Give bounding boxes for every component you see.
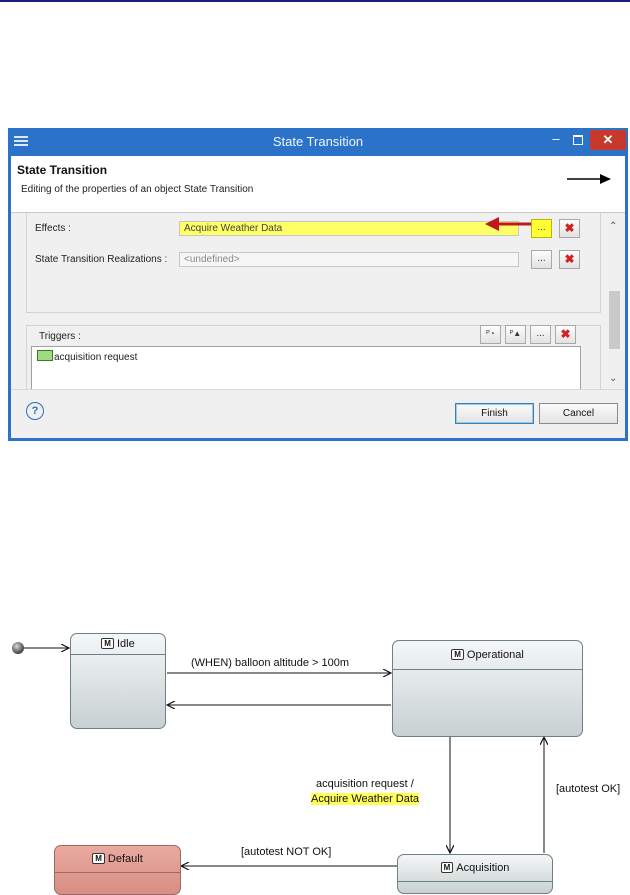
scrollbar-thumb[interactable]	[609, 291, 620, 349]
cancel-button[interactable]: Cancel	[539, 403, 618, 424]
state-acquisition-label: Acquisition	[456, 862, 510, 874]
state-idle[interactable]: M Idle	[70, 633, 166, 729]
state-operational-label: Operational	[466, 649, 524, 661]
effects-browse-button[interactable]: ...	[531, 219, 552, 238]
label-acquisition-effect: Acquire Weather Data	[311, 793, 420, 805]
state-operational[interactable]: M Operational	[392, 640, 583, 737]
triggers-browse-button[interactable]: ...	[530, 325, 551, 344]
label-acquisition-trigger: acquisition request /	[316, 778, 414, 790]
list-item[interactable]: acquisition request	[37, 350, 137, 363]
state-idle-label: Idle	[116, 638, 135, 650]
stereotype-icon: M	[451, 649, 464, 660]
effects-field[interactable]: Acquire Weather Data	[179, 221, 519, 236]
realizations-delete-button[interactable]: ✖	[559, 250, 580, 269]
window-titlebar[interactable]: State Transition – ✕	[8, 128, 628, 156]
realizations-browse-button[interactable]: ...	[531, 250, 552, 269]
state-acquisition[interactable]: M Acquisition	[397, 854, 553, 894]
initial-state-node	[12, 642, 24, 654]
event-icon	[37, 350, 53, 361]
header-description: Editing of the properties of an object S…	[21, 184, 254, 195]
window-title: State Transition	[272, 134, 364, 149]
state-operational-header: M Operational	[393, 641, 582, 670]
stereotype-icon: M	[101, 638, 114, 649]
trigger-item-label: acquisition request	[54, 352, 138, 363]
dialog-header: State Transition Editing of the properti…	[11, 156, 625, 212]
label-idle-to-operational: (WHEN) balloon altitude > 100m	[191, 657, 350, 669]
triggers-delete-button[interactable]: ✖	[555, 325, 576, 344]
close-button[interactable]: ✕	[590, 130, 626, 150]
effects-label: Effects :	[35, 223, 71, 234]
chevron-up-icon[interactable]: ⌃	[609, 221, 617, 232]
state-acquisition-header: M Acquisition	[398, 855, 552, 882]
state-default-header: M Default	[55, 846, 180, 873]
triggers-list[interactable]: acquisition request	[31, 346, 581, 389]
arrow-right-icon	[567, 174, 611, 184]
effect-highlight: Acquire Weather Data	[311, 793, 420, 805]
label-autotest-ok: [autotest OK]	[556, 783, 621, 795]
top-border-line	[0, 0, 630, 2]
state-transition-dialog: State Transition – ✕ State Transition Ed…	[8, 128, 628, 441]
vertical-scrollbar[interactable]: ⌃ ⌄	[606, 213, 624, 389]
maximize-button[interactable]	[568, 130, 588, 150]
realizations-label: State Transition Realizations :	[35, 254, 168, 265]
add-trigger-warning-icon[interactable]: ᴾ▲	[505, 325, 526, 344]
stereotype-icon: M	[440, 862, 454, 873]
properties-scroll-area[interactable]: Effects : Acquire Weather Data ... ✖ Sta…	[11, 213, 625, 389]
dialog-footer: ? Finish Cancel	[11, 389, 625, 438]
state-machine-diagram: M Idle M Operational M Acquisition M Default…	[0, 600, 630, 895]
label-autotest-not-ok: [autotest NOT OK]	[241, 846, 332, 858]
help-icon[interactable]: ?	[26, 402, 44, 420]
add-trigger-up-icon[interactable]: ᴾ◔	[480, 325, 501, 344]
state-default[interactable]: M Default	[54, 845, 181, 895]
minimize-button[interactable]: –	[546, 130, 566, 150]
stereotype-icon: M	[92, 853, 105, 864]
state-idle-header: M Idle	[71, 634, 165, 655]
effects-group: Effects : Acquire Weather Data ... ✖ Sta…	[26, 213, 601, 313]
effects-delete-button[interactable]: ✖	[559, 219, 580, 238]
triggers-label: Triggers :	[39, 331, 81, 342]
dialog-content: State Transition Editing of the properti…	[11, 156, 625, 438]
realizations-field[interactable]: <undefined>	[179, 252, 519, 267]
header-title: State Transition	[17, 163, 108, 177]
triggers-group: Triggers : ᴾ◔ ᴾ▲ ... ✖ acquisition reque…	[26, 325, 601, 389]
state-default-label: Default	[107, 853, 143, 865]
chevron-down-icon[interactable]: ⌄	[609, 373, 617, 384]
finish-button[interactable]: Finish	[455, 403, 534, 424]
